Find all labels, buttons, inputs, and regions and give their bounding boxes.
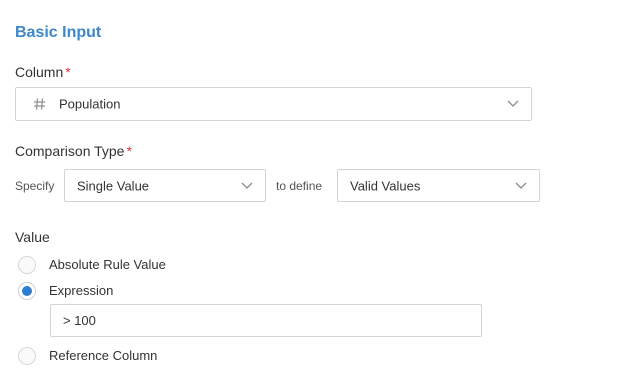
chevron-down-icon [507,100,519,107]
expression-input[interactable] [50,304,482,337]
radio-button[interactable] [18,256,36,274]
radio-button[interactable] [18,347,36,365]
hash-icon [34,98,45,110]
column-select-value: Population [59,96,121,112]
value-label: Value [15,229,50,245]
radio-button-selected[interactable] [18,282,36,300]
radio-label: Reference Column [49,348,158,363]
column-label: Column [15,64,64,80]
specify-text: Specify [15,179,55,193]
column-label-row: Column * [15,64,71,80]
chevron-down-icon [515,182,527,189]
define-select-value: Valid Values [350,178,421,193]
define-select[interactable]: Valid Values [337,169,540,202]
specify-select-value: Single Value [77,178,150,193]
to-define-text: to define [276,179,323,193]
column-required-mark: * [65,64,71,80]
radio-label: Absolute Rule Value [49,257,166,272]
comparison-label-row: Comparison Type * [15,143,132,159]
comparison-type-label: Comparison Type [15,143,125,159]
specify-select[interactable]: Single Value [64,169,266,202]
column-select[interactable]: Population [15,87,532,121]
comparison-required-mark: * [126,143,132,159]
radio-label: Expression [49,283,114,298]
section-title: Basic Input [15,24,102,41]
chevron-down-icon [241,182,253,189]
